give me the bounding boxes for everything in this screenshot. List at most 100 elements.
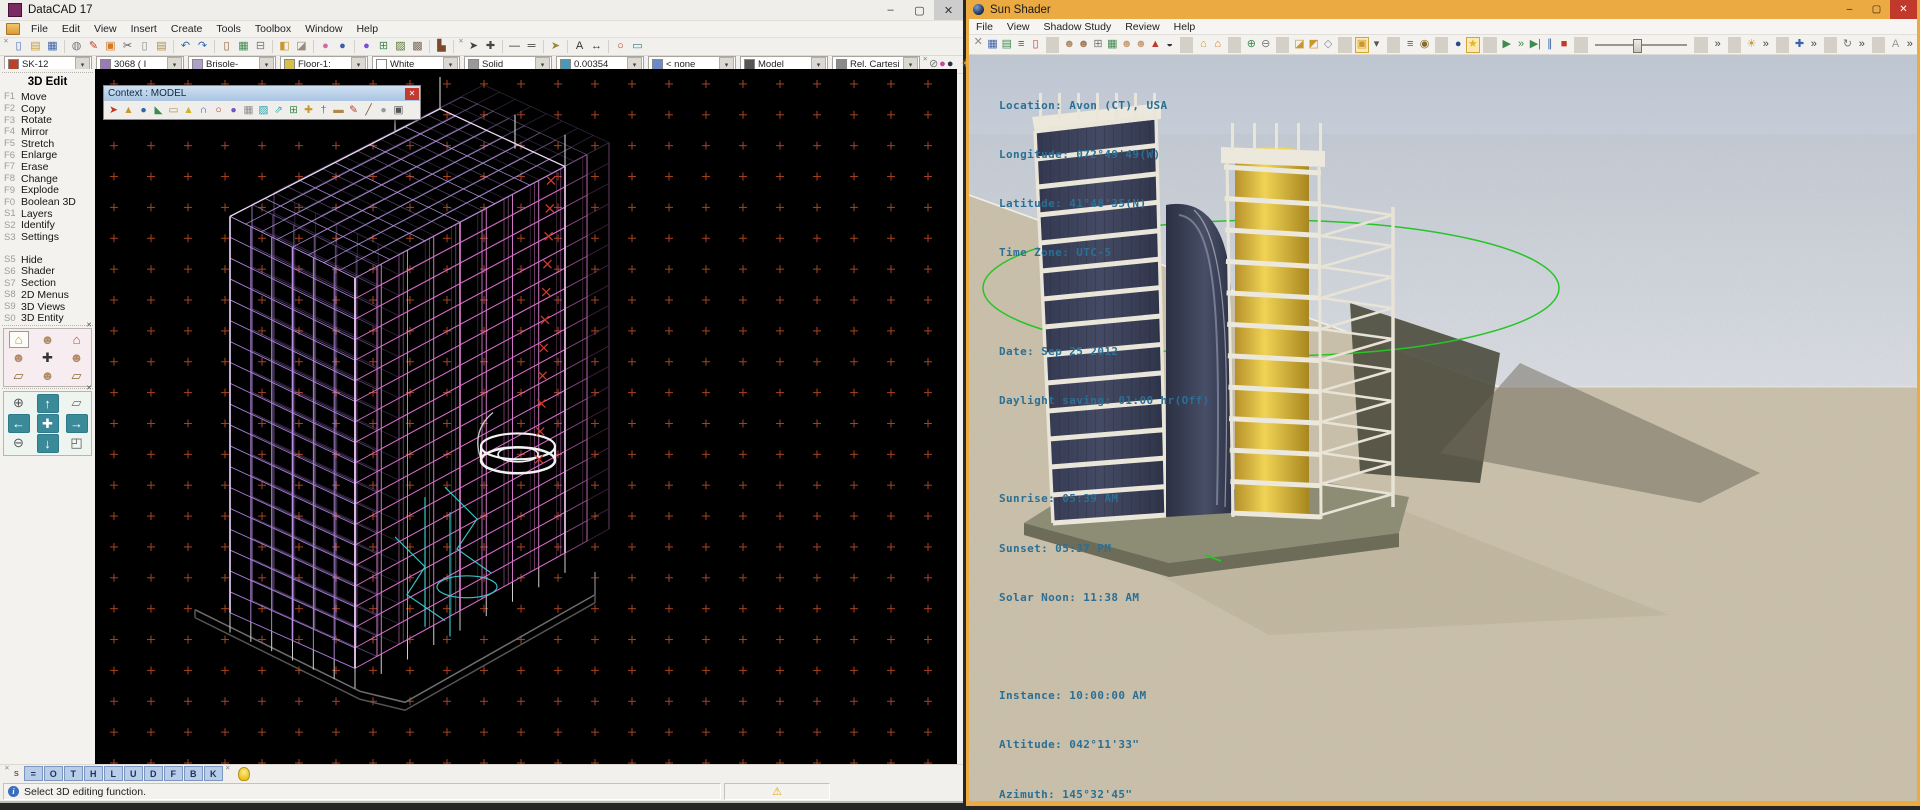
sidebar-item-mirror[interactable]: F4 Mirror <box>0 126 95 138</box>
material-ball-icon[interactable]: ● <box>359 39 375 54</box>
view-expand-icon[interactable]: ✚ <box>38 349 58 366</box>
menu-item[interactable]: Toolbox <box>248 23 298 35</box>
menu-item[interactable]: View <box>1000 21 1037 33</box>
sphere-pink-icon[interactable]: ● <box>318 39 334 54</box>
tool-dropdown-icon[interactable]: ▾ <box>1370 37 1383 53</box>
dark-box-icon[interactable]: ▣ <box>392 103 406 118</box>
key-k[interactable]: K <box>204 766 223 781</box>
maximize-button[interactable]: ▢ <box>905 0 934 20</box>
redline-icon[interactable]: ✎ <box>86 39 102 54</box>
sun-chart-icon[interactable]: ▦ <box>1106 37 1119 53</box>
sidebar-item-layers[interactable]: S1 Layers <box>0 208 95 220</box>
pan-left-icon[interactable]: ← <box>8 414 30 433</box>
furniture-icon[interactable]: ▙ <box>434 39 450 54</box>
sidebar-item-copy[interactable]: F2 Copy <box>0 103 95 115</box>
key-f[interactable]: F <box>164 766 183 781</box>
key-h[interactable]: H <box>84 766 103 781</box>
sidebar-item-boolean-3d[interactable]: F0 Boolean 3D <box>0 196 95 208</box>
double-line-icon[interactable]: ═ <box>524 39 540 54</box>
zoom-in-icon[interactable]: ⊕ <box>9 394 29 411</box>
dimension-icon[interactable]: ↔ <box>589 39 605 54</box>
sphere-blue-icon[interactable]: ● <box>335 39 351 54</box>
report-icon[interactable]: ≡ <box>1015 37 1028 53</box>
close-palette-icon[interactable]: ✕ <box>86 321 92 329</box>
minimize-button[interactable]: – <box>1836 0 1863 19</box>
key-u[interactable]: U <box>124 766 143 781</box>
paint-bucket-icon[interactable]: ◧ <box>277 39 293 54</box>
menu-item[interactable]: File <box>969 21 1000 33</box>
sidebar-item-shader[interactable]: S6 Shader <box>0 266 95 278</box>
ruler-icon[interactable]: ▬ <box>332 103 346 118</box>
sidebar-item-settings[interactable]: S3 Settings <box>0 231 95 243</box>
cone-icon[interactable]: ▲ <box>122 103 136 118</box>
box-outline-icon[interactable]: ◇ <box>1321 37 1334 53</box>
slab-icon[interactable]: ▭ <box>167 103 181 118</box>
print-icon[interactable]: ▯ <box>1029 37 1042 53</box>
night-mode-icon[interactable]: ● <box>1452 37 1465 53</box>
menu-item[interactable]: Create <box>164 23 210 35</box>
lightbulb-icon[interactable] <box>238 767 250 781</box>
menu-item[interactable]: View <box>87 23 124 35</box>
menu-item[interactable]: File <box>24 23 55 35</box>
key-b[interactable]: B <box>184 766 203 781</box>
new-file-icon[interactable]: ▯ <box>11 39 27 54</box>
block-icon[interactable]: ▦ <box>242 103 256 118</box>
preview-icon[interactable]: ◍ <box>69 39 85 54</box>
minimize-button[interactable]: – <box>876 0 905 20</box>
folder-open-icon[interactable]: ◩ <box>1307 37 1320 53</box>
key-l[interactable]: L <box>104 766 123 781</box>
texture-icon[interactable]: ▨ <box>393 39 409 54</box>
sun-cone-icon[interactable]: ▲ <box>1149 37 1162 53</box>
time-slider-handle[interactable] <box>1633 39 1642 53</box>
close-palette-icon[interactable]: ✕ <box>86 384 92 392</box>
pyramid-icon[interactable]: ▲ <box>182 103 196 118</box>
sidebar-item-enlarge[interactable]: F6 Enlarge <box>0 149 95 161</box>
datacad-titlebar[interactable]: DataCAD 17 – ▢ ✕ <box>0 0 963 21</box>
export-icon[interactable]: ▤ <box>1000 37 1013 53</box>
wireframe-model-canvas[interactable] <box>95 69 957 765</box>
view-head-left-icon[interactable]: ☻ <box>9 349 29 366</box>
label-a-icon[interactable]: A <box>1889 37 1902 53</box>
circle-icon[interactable]: ○ <box>613 39 629 54</box>
paste-icon[interactable]: ▤ <box>154 39 170 54</box>
time-slider[interactable] <box>1595 38 1688 52</box>
datacad-drawing-viewport[interactable]: Context : MODEL ✕ ➤ ▲ ● ◣ ▭ ▲ <box>95 69 957 765</box>
key-equals[interactable]: = <box>24 766 43 781</box>
active-tool-icon[interactable]: ▣ <box>1355 37 1369 53</box>
sidebar-item-identify[interactable]: S2 Identify <box>0 220 95 232</box>
context-palette-titlebar[interactable]: Context : MODEL ✕ <box>104 86 420 101</box>
nav-log-icon[interactable]: ▱ <box>67 394 87 411</box>
insert-box-icon[interactable]: ▣ <box>103 39 119 54</box>
maximize-button[interactable]: ▢ <box>1863 0 1890 19</box>
context-toolbar-palette[interactable]: Context : MODEL ✕ ➤ ▲ ● ◣ ▭ ▲ <box>103 85 421 120</box>
menu-item[interactable]: Shadow Study <box>1037 21 1119 33</box>
orbit-icon[interactable]: ↻ <box>1841 37 1854 53</box>
sidebar-item-2d-menus[interactable]: S8 2D Menus <box>0 289 95 301</box>
sunshader-titlebar[interactable]: Sun Shader – ▢ ✕ <box>969 0 1917 19</box>
select-icon[interactable]: ➤ <box>548 39 564 54</box>
sidebar-item-rotate[interactable]: F3 Rotate <box>0 114 95 126</box>
key-o[interactable]: O <box>44 766 63 781</box>
close-button[interactable]: ✕ <box>1890 0 1917 19</box>
overflow-chevron[interactable]: » <box>1711 37 1724 53</box>
close-button[interactable]: ✕ <box>934 0 963 20</box>
sidebar-item-erase[interactable]: F7 Erase <box>0 161 95 173</box>
window-icon[interactable]: ▦ <box>236 39 252 54</box>
hammer-icon[interactable]: † <box>317 103 331 118</box>
cut-icon[interactable]: ✂ <box>120 39 136 54</box>
observer-icon[interactable]: ☻ <box>1063 37 1076 53</box>
view-home-icon[interactable]: ⌂ <box>9 331 29 348</box>
view-head-right-icon[interactable]: ☻ <box>67 349 87 366</box>
eraser-icon[interactable]: ◪ <box>294 39 310 54</box>
text-icon[interactable]: A <box>572 39 588 54</box>
slash-icon[interactable]: ╱ <box>362 103 376 118</box>
line-icon[interactable]: — <box>507 39 523 54</box>
grid-icon[interactable]: ⊞ <box>376 39 392 54</box>
pan-right-icon[interactable]: → <box>66 414 88 433</box>
menu-item[interactable]: Insert <box>124 23 164 35</box>
view-house-icon[interactable]: ⌂ <box>67 331 87 348</box>
sweep-arrow-icon[interactable]: ➤ <box>107 103 121 118</box>
door-icon[interactable]: ▯ <box>219 39 235 54</box>
key-t[interactable]: T <box>64 766 83 781</box>
skip-end-icon[interactable]: ▶| <box>1529 37 1542 53</box>
